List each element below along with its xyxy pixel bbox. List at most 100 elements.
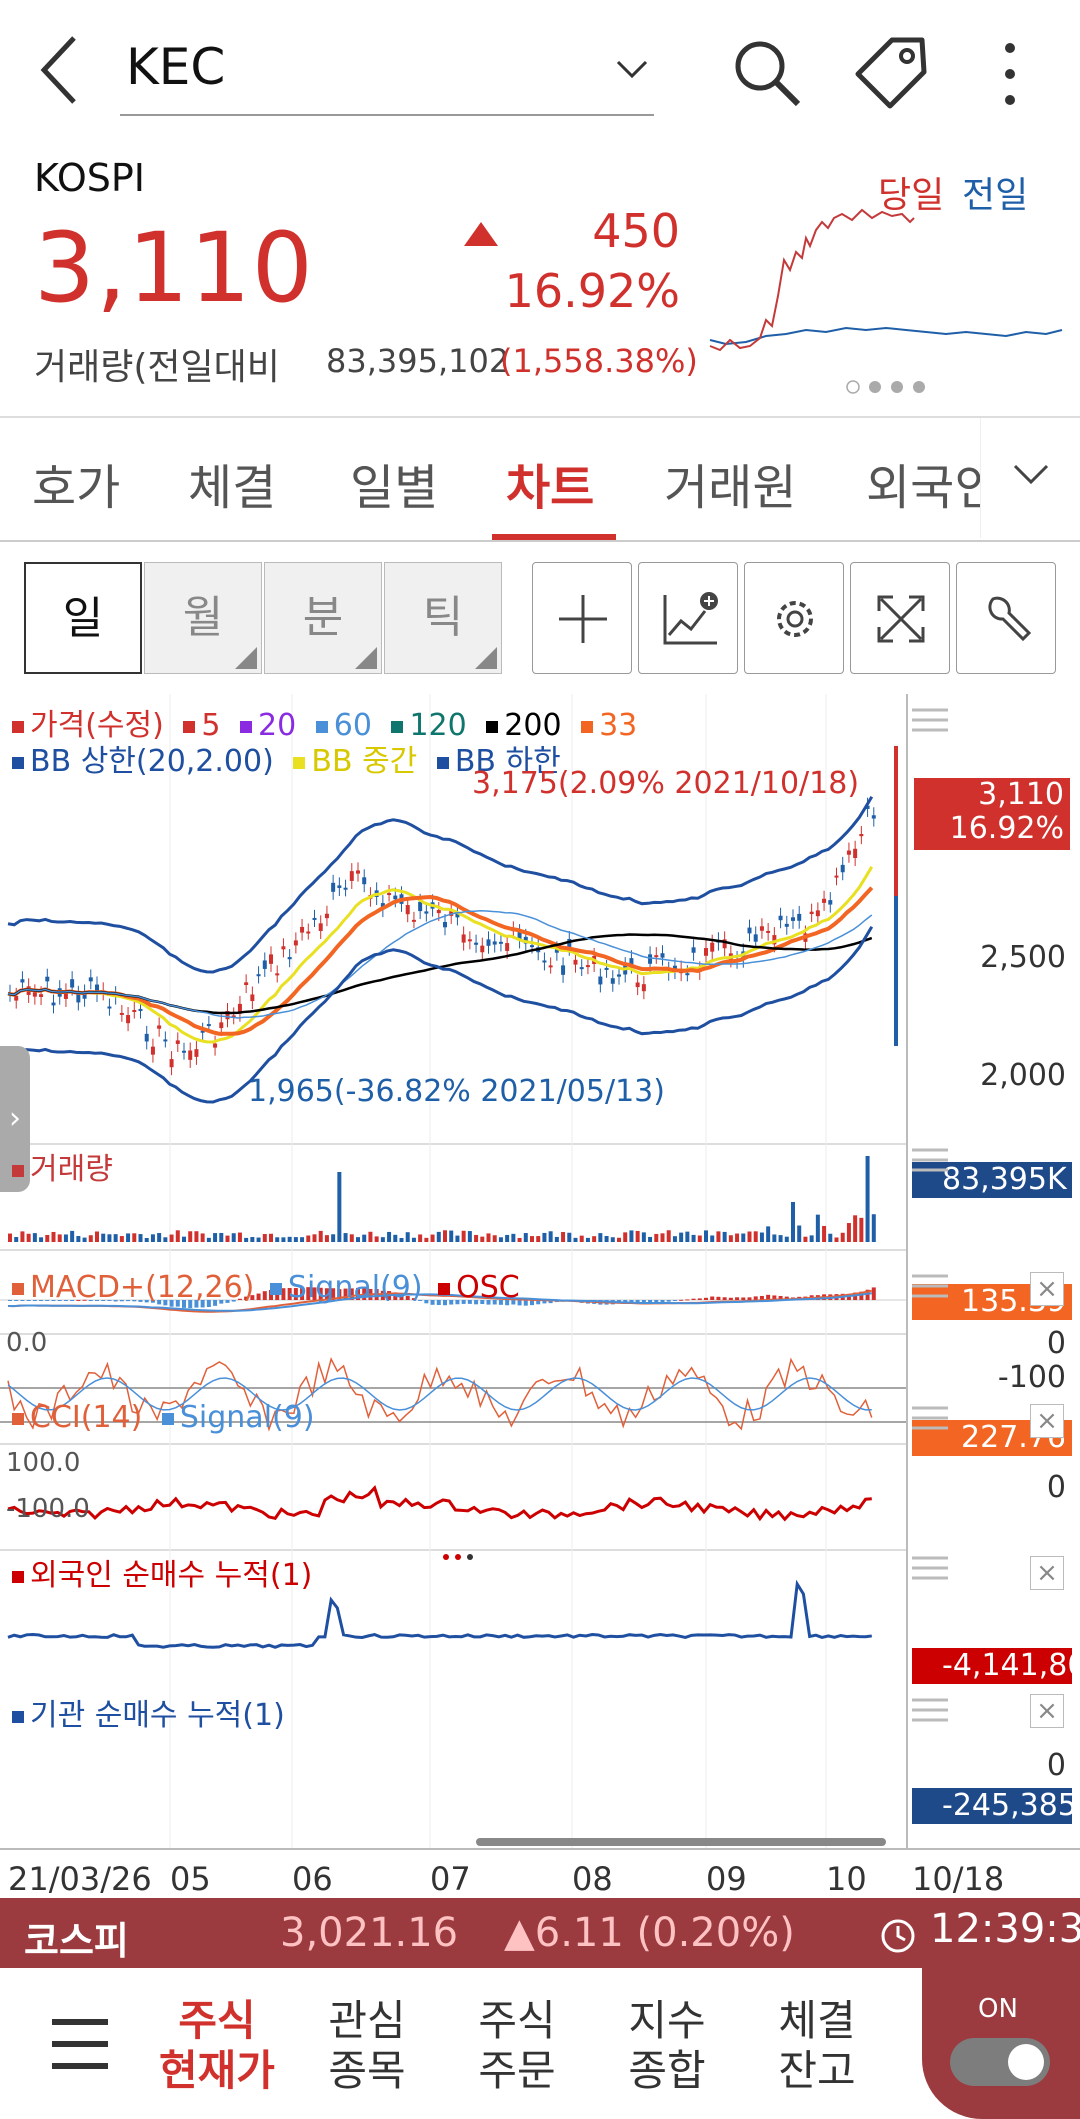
candle-body [474, 942, 479, 945]
index-ticker[interactable]: 코스피 3,021.16 ▲6.11 (0.20%) 12:39:3 [0, 1898, 1080, 1968]
candle-body [356, 870, 360, 874]
candle-body [213, 1043, 218, 1048]
volume-bar [536, 1236, 541, 1242]
tab-brokers[interactable]: 거래원 [664, 448, 796, 518]
candle-body [175, 1040, 180, 1044]
volume-bar [778, 1235, 783, 1242]
toggle-label: ON [978, 1994, 1018, 2024]
nav-balance[interactable]: 체결 잔고 [752, 1996, 882, 2096]
volume-bar [14, 1237, 19, 1242]
volume-bar [753, 1231, 758, 1242]
fullscreen-button[interactable] [850, 562, 950, 674]
tab-hoga[interactable]: 호가 [32, 448, 120, 518]
pane-menu-icon[interactable] [912, 1404, 948, 1432]
macd-legend: MACD+(12,26) Signal(9) OSC [12, 1270, 520, 1305]
candle-body [853, 848, 858, 859]
tab-daily[interactable]: 일별 [350, 448, 438, 518]
macd-osc-bar [741, 1297, 746, 1300]
candle-body [312, 917, 317, 920]
more-vert-icon[interactable] [990, 36, 1030, 114]
candle-body [505, 943, 510, 951]
tag-icon[interactable] [852, 34, 930, 112]
chevron-down-icon[interactable] [612, 50, 652, 90]
close-pane-icon[interactable]: × [1030, 1404, 1064, 1438]
dropdown-corner-icon [235, 647, 257, 669]
menu-icon[interactable] [50, 2016, 110, 2072]
pane-menu-icon[interactable] [912, 1146, 948, 1174]
macd-osc-bar [747, 1297, 752, 1300]
pane-menu-icon[interactable] [912, 1554, 948, 1582]
candle-body [840, 864, 845, 873]
market-label: KOSPI [34, 156, 145, 200]
volume-ratio: (1,558.38%) [500, 342, 698, 380]
intraday-mini-chart[interactable] [706, 200, 1066, 360]
price-tick-2000: 2,000 [980, 1058, 1066, 1093]
candle-body [250, 994, 255, 1002]
volume-bar [623, 1232, 628, 1242]
tabs-expand-button[interactable] [980, 418, 1080, 538]
search-icon[interactable] [728, 34, 806, 112]
date-label: 10 [826, 1860, 867, 1898]
nav-watchlist[interactable]: 관심 종목 [302, 1996, 432, 2096]
candle-body [188, 1050, 193, 1060]
cci-tick-0: 0 [1046, 1470, 1066, 1505]
pager-dot [455, 1554, 461, 1560]
nav-stock-order[interactable]: 주식 주문 [452, 1996, 582, 2096]
volume-bar [685, 1231, 690, 1242]
candle-body [424, 911, 429, 914]
period-month-button[interactable]: 월 [144, 562, 262, 674]
price-badge: 3,110 16.92% [914, 778, 1070, 850]
volume-bar [530, 1236, 534, 1242]
volume-bar [281, 1237, 286, 1242]
period-minute-button[interactable]: 분 [264, 562, 382, 674]
mini-chart-pager[interactable] [844, 378, 934, 396]
pane-menu-icon[interactable] [912, 706, 948, 734]
pane-menu-icon[interactable] [912, 1272, 948, 1300]
back-arrow-icon[interactable] [30, 30, 90, 110]
volume-bar [244, 1237, 249, 1242]
volume-bar [797, 1225, 802, 1242]
nav-index-overview[interactable]: 지수 종합 [602, 1996, 732, 2096]
close-pane-icon[interactable]: × [1030, 1694, 1064, 1728]
chart-scrollbar[interactable] [476, 1838, 886, 1846]
volume-bar [772, 1234, 777, 1242]
candle-body [579, 967, 584, 970]
volume-bar [691, 1234, 696, 1242]
tools-button[interactable] [956, 562, 1056, 674]
nav-stock-current-price[interactable]: 주식 현재가 [152, 1996, 282, 2096]
period-day-button[interactable]: 일 [24, 562, 142, 674]
add-indicator-button[interactable] [638, 562, 738, 674]
tab-trades[interactable]: 체결 [188, 448, 276, 518]
candle-body [585, 965, 590, 968]
macd-tick-0: 0 [1046, 1326, 1066, 1361]
candle-body [648, 954, 653, 964]
ticker-toggle-switch[interactable] [950, 2038, 1050, 2086]
candle-body [610, 978, 615, 984]
macd-osc-bar [735, 1297, 740, 1300]
candle-body [604, 967, 609, 970]
tab-chart[interactable]: 차트 [506, 448, 594, 518]
close-pane-icon[interactable]: × [1030, 1272, 1064, 1306]
legend-swatch [293, 756, 306, 769]
volume-bar [194, 1231, 199, 1242]
volume-bar [443, 1230, 447, 1242]
stock-name[interactable]: KEC [126, 38, 225, 96]
period-tick-button[interactable]: 틱 [384, 562, 502, 674]
close-pane-icon[interactable]: × [1030, 1556, 1064, 1590]
tab-foreign[interactable]: 외국인 [866, 448, 998, 518]
volume-bar [101, 1233, 106, 1242]
candle-body [542, 960, 547, 963]
volume-bar [598, 1233, 603, 1242]
pane-menu-icon[interactable] [912, 1696, 948, 1724]
candle-body [287, 957, 292, 960]
inst-legend: 기관 순매수 누적(1) [12, 1690, 285, 1734]
candle-body [324, 913, 329, 919]
candle-body [834, 875, 839, 878]
settings-button[interactable] [744, 562, 844, 674]
crosshair-button[interactable] [532, 562, 632, 674]
macd-osc-bar [722, 1297, 727, 1300]
volume-bar [648, 1236, 653, 1242]
macd-osc-bar [871, 1287, 876, 1300]
candle-body [293, 940, 298, 946]
volume-value: 83,395,102 [326, 342, 510, 380]
